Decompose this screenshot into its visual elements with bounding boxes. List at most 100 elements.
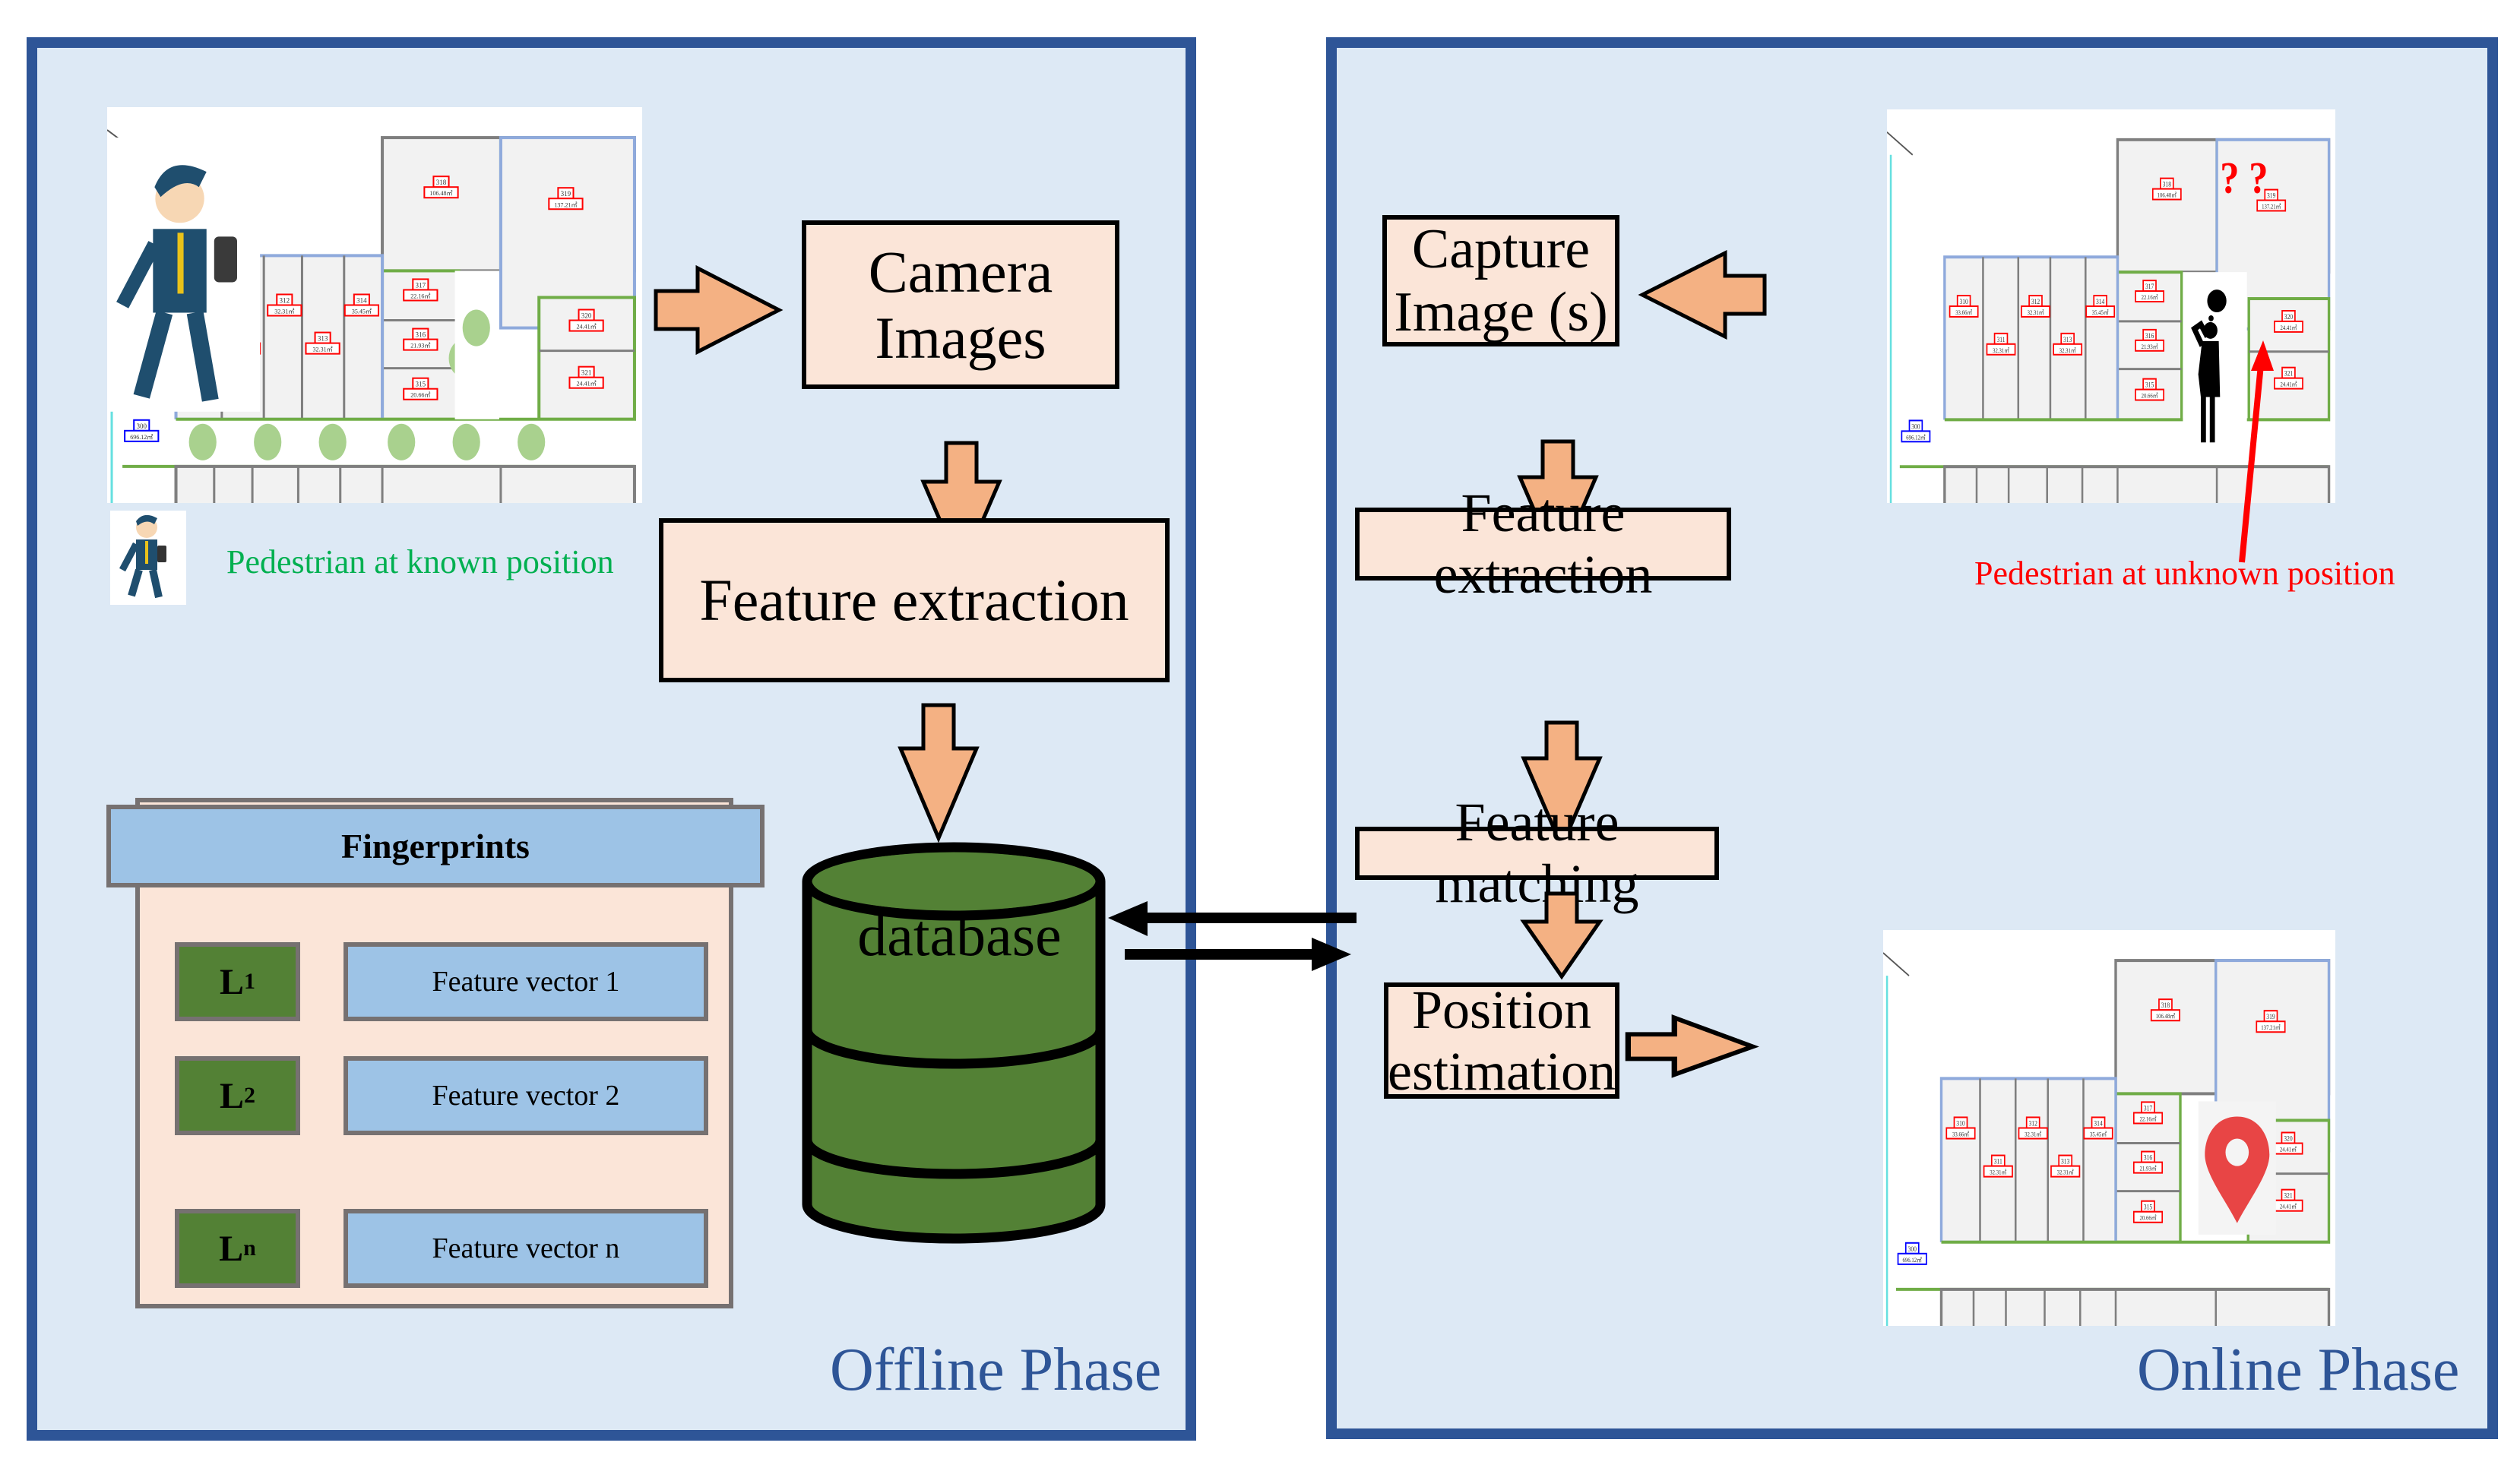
room-number: 310: [1956, 1120, 1964, 1128]
feature-vector-2: Feature vector 2: [343, 1056, 708, 1135]
room-area: 24.41㎡: [2281, 324, 2297, 331]
room-number: 300: [1908, 1245, 1917, 1253]
thought-bubble: [2207, 289, 2227, 312]
room-number: 318: [2163, 181, 2171, 188]
feature-vector-3: Feature vector n: [343, 1209, 708, 1288]
offline-phase-label: Offline Phase: [830, 1337, 1162, 1403]
room-area: 21.93㎡: [410, 343, 430, 350]
room-area: 22.16㎡: [410, 293, 430, 299]
capture-images-box: Capture Image (s): [1382, 215, 1619, 346]
room-number: 314: [2094, 1120, 2103, 1128]
known-position-dot: [188, 423, 217, 460]
arrow-down-extraction-to-database: [898, 703, 980, 843]
room-area: 32.31㎡: [2059, 346, 2076, 354]
online-phase-label: Online Phase: [2137, 1337, 2460, 1403]
online-feature-extraction-box: Feature extraction: [1355, 482, 1731, 605]
online-feature-extraction-label: Feature extraction: [1433, 482, 1653, 605]
known-pedestrian-legend-icon: [110, 511, 186, 605]
room-number: 312: [280, 297, 290, 305]
room-area: 32.31㎡: [1993, 346, 2009, 354]
room-number: 318: [436, 179, 447, 186]
feature-vector-label: Feature vector 2: [432, 1080, 620, 1112]
room-area: 106.48㎡: [2158, 191, 2177, 199]
fingerprint-location-1: L1: [175, 942, 300, 1021]
room-area: 696.12㎡: [130, 434, 153, 441]
room-area: 24.41㎡: [2280, 1203, 2297, 1210]
room-number: 311: [1994, 1158, 2002, 1166]
room-number: 314: [2096, 298, 2105, 305]
room-area: 21.93㎡: [2139, 1165, 2157, 1172]
fingerprint-location-2: L2: [175, 1056, 300, 1135]
online-result-floor-plan: 318 106.48㎡ 319 137.21㎡ 317 22.16㎡ 316 21.93㎡ 31…: [1883, 930, 2335, 1326]
known-position-dot: [388, 423, 416, 460]
arrow-database-to-matching: [1125, 938, 1351, 971]
position-estimation-box: Position estimation: [1384, 979, 1619, 1102]
arrow-right-to-result-map: [1625, 1014, 1759, 1078]
known-position-dot: [318, 423, 347, 460]
known-position-caption: Pedestrian at known position: [226, 543, 614, 581]
room-area: 106.48㎡: [2156, 1013, 2176, 1020]
room-number: 312: [2028, 1120, 2037, 1128]
room-number: 314: [356, 297, 367, 305]
offline-floor-plan: 318 106.48㎡ 319 137.21㎡ 317 22.16㎡ 316 21.93㎡ 31…: [107, 107, 642, 503]
room-area: 32.31㎡: [2028, 308, 2044, 316]
room-number: 317: [2144, 1105, 2152, 1112]
room-area: 32.31㎡: [313, 346, 333, 353]
room-number: 319: [2267, 192, 2275, 200]
location-subscript: 1: [244, 969, 255, 994]
room-area: 33.66㎡: [1955, 308, 1972, 316]
room-number: 310: [1959, 298, 1968, 305]
feature-vector-label: Feature vector n: [432, 1232, 620, 1264]
pedestrian-phone: [214, 236, 237, 283]
location-label: L: [219, 961, 244, 1002]
room-number: 321: [2284, 1192, 2292, 1200]
room-area: 22.16㎡: [2142, 293, 2158, 301]
room-area: 32.31㎡: [2057, 1169, 2075, 1176]
room-area: 696.12㎡: [1903, 1256, 1923, 1264]
room-area: 21.93㎡: [2142, 343, 2158, 350]
location-subscript: 2: [244, 1083, 255, 1108]
room-number: 317: [2145, 283, 2154, 291]
arrow-right-to-camera: [654, 264, 784, 356]
room-area: 24.41㎡: [577, 381, 597, 388]
room-area: 24.41㎡: [2280, 1146, 2297, 1153]
floor-plan-drawing: 318 106.48㎡ 319 137.21㎡ 317 22.16㎡ 316 21.93㎡ 31…: [107, 129, 636, 503]
room-number: 319: [561, 190, 571, 198]
room-area: 137.21㎡: [2261, 1024, 2281, 1032]
room-area: 35.45㎡: [2090, 1131, 2107, 1138]
room-number: 315: [2145, 381, 2154, 389]
location-label: L: [219, 1228, 244, 1269]
known-position-dot: [462, 309, 490, 346]
room-number: 313: [318, 335, 328, 343]
question-marks: ? ?: [2220, 153, 2268, 203]
room-number: 316: [2144, 1154, 2152, 1162]
pedestrian-cartoon-icon: [119, 514, 166, 599]
arrow-left-to-capture: [1638, 249, 1767, 340]
room-number: 320: [2284, 313, 2293, 321]
room-area: 24.41㎡: [577, 324, 597, 331]
database-cylinder-icon: [802, 842, 1106, 1244]
room-number: 312: [2031, 298, 2040, 305]
room-area: 35.45㎡: [2092, 308, 2109, 316]
room-number: 319: [2266, 1014, 2275, 1021]
room-number: 315: [2144, 1204, 2152, 1211]
room-number: 316: [416, 331, 426, 339]
database-label: database: [857, 902, 1062, 968]
room-number: 311: [1996, 336, 2005, 343]
pedestrian-tie: [177, 233, 184, 294]
feature-vector-label: Feature vector 1: [432, 966, 620, 998]
offline-feature-extraction-box: Feature extraction: [659, 518, 1170, 682]
camera-images-box: Camera Images: [802, 220, 1119, 389]
known-position-dot: [452, 423, 480, 460]
feature-matching-box: Feature matching: [1355, 792, 1719, 914]
room-number: 317: [416, 281, 426, 289]
room-number: 315: [416, 381, 426, 388]
room-area: 137.21㎡: [2262, 203, 2281, 210]
room-number: 300: [1911, 423, 1920, 431]
offline-feature-extraction-label: Feature extraction: [699, 567, 1129, 634]
room-area: 137.21㎡: [554, 201, 577, 208]
arrow-down-matching-to-position: [1520, 891, 1603, 980]
room-number: 318: [2161, 1002, 2170, 1010]
room-area: 696.12㎡: [1906, 434, 1926, 441]
room-number: 316: [2145, 332, 2154, 340]
